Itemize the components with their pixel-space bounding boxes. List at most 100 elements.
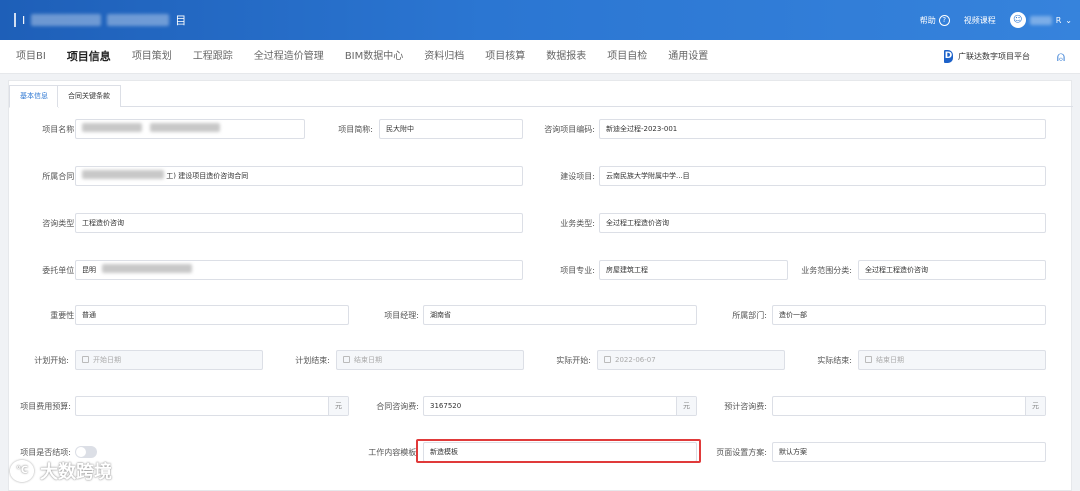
consult-code-label: 咨询项目编码:: [544, 125, 595, 134]
estimated-fee-label: 预计咨询费:: [724, 402, 767, 411]
contract-label: 所属合同:: [42, 172, 77, 181]
contract-fee-value: 3167520: [430, 402, 462, 410]
business-type-label: 业务类型:: [560, 219, 595, 228]
title-divider: [14, 13, 16, 27]
plan-start-date-picker[interactable]: 开始日期: [75, 350, 263, 370]
main-menu-bar: 项目BI 项目信息 项目策划 工程跟踪 全过程造价管理 BIM数据中心 资料归档…: [0, 40, 1080, 74]
actual-start-date-picker[interactable]: 2022-06-07: [597, 350, 785, 370]
plan-start-placeholder: 开始日期: [93, 356, 121, 364]
tab-contract-key-terms[interactable]: 合同关键条款: [57, 85, 121, 107]
is-closed-label: 项目是否结项:: [20, 448, 71, 457]
platform-brand[interactable]: D 广联达数字项目平台: [944, 50, 1030, 63]
project-short-name-label: 项目简称:: [338, 125, 373, 134]
menu-item-data-reports[interactable]: 数据报表: [546, 40, 586, 74]
actual-end-label: 实际结束:: [817, 356, 852, 365]
highlight-box: [416, 439, 701, 463]
project-manager-label: 项目经理:: [384, 311, 419, 320]
help-label: 帮助: [919, 15, 936, 25]
contract-fee-label: 合同咨询费:: [376, 402, 419, 411]
platform-logo: D: [944, 50, 953, 63]
main-menu: 项目BI 项目信息 项目策划 工程跟踪 全过程造价管理 BIM数据中心 资料归档…: [16, 40, 729, 74]
menu-item-engineering-tracking[interactable]: 工程跟踪: [193, 40, 233, 74]
client-select[interactable]: 昆明: [75, 260, 523, 280]
menu-item-project-info[interactable]: 项目信息: [67, 40, 111, 74]
business-scope-label: 业务范围分类:: [801, 266, 852, 275]
blurred-value: [150, 123, 221, 132]
department-select[interactable]: 造价一部: [772, 305, 1046, 325]
calendar-icon: [865, 356, 872, 363]
blurred-value: [82, 170, 164, 179]
contract-fee-input[interactable]: 3167520 元: [423, 396, 697, 416]
plan-end-placeholder: 结束日期: [354, 356, 382, 364]
client-value: 昆明: [82, 266, 96, 274]
project-manager-select[interactable]: 湖南省: [423, 305, 697, 325]
user-name-suffix: R: [1055, 15, 1062, 25]
budget-unit: 元: [328, 397, 348, 415]
project-info-card: 基本信息 合同关键条款 项目名称: 项目简称: 民大附中 咨询项目编码: 新迪全…: [8, 80, 1073, 491]
budget-label: 项目费用预算:: [20, 402, 71, 411]
avatar: ☺: [1009, 12, 1026, 28]
blurred-value: [82, 123, 142, 132]
help-link[interactable]: 帮助 ?: [919, 14, 950, 26]
menu-item-project-bi[interactable]: 项目BI: [16, 40, 46, 74]
project-short-name-input[interactable]: 民大附中: [379, 119, 523, 139]
calendar-icon: [604, 356, 611, 363]
menu-item-general-settings[interactable]: 通用设置: [668, 40, 708, 74]
page-scheme-select[interactable]: 默认方案: [772, 442, 1046, 462]
actual-end-date-picker[interactable]: 结束日期: [858, 350, 1046, 370]
specialty-label: 项目专业:: [560, 266, 595, 275]
blurred-title-part: [107, 14, 170, 26]
video-course-link[interactable]: 视频课程: [964, 15, 996, 26]
menu-item-self-check[interactable]: 项目自检: [607, 40, 647, 74]
importance-select[interactable]: 普通: [75, 305, 349, 325]
actual-start-value: 2022-06-07: [615, 356, 656, 364]
user-menu[interactable]: ☺ R ⌄: [1009, 12, 1072, 28]
menu-item-bim-data-center[interactable]: BIM数据中心: [345, 40, 403, 74]
watermark: ℃ 大数跨境: [10, 458, 112, 484]
menu-item-project-planning[interactable]: 项目策划: [132, 40, 172, 74]
question-icon: ?: [938, 14, 950, 26]
is-closed-toggle[interactable]: [75, 446, 97, 458]
client-label: 委托单位:: [42, 266, 77, 275]
app-title-prefix: I: [22, 13, 26, 27]
menu-item-archive[interactable]: 资料归档: [424, 40, 464, 74]
plan-end-date-picker[interactable]: 结束日期: [336, 350, 524, 370]
work-template-label: 工作内容模板:: [368, 448, 419, 457]
estimated-fee-input[interactable]: 元: [772, 396, 1046, 416]
blurred-title-part: [31, 14, 102, 26]
department-label: 所属部门:: [732, 311, 767, 320]
calendar-icon: [82, 356, 89, 363]
contract-value: 工) 建设项目造价咨询合同: [166, 172, 249, 180]
app-title: I 目: [14, 10, 186, 30]
project-name-input[interactable]: [75, 119, 305, 139]
contract-fee-unit: 元: [676, 397, 696, 415]
watermark-text: 大数跨境: [40, 462, 112, 483]
construction-project-select[interactable]: 云南民族大学附属中学...目: [599, 166, 1046, 186]
top-bar-actions: 帮助 ? 视频课程 ☺ R ⌄: [920, 8, 1072, 32]
user-profile-icon[interactable]: ⍝: [1052, 47, 1070, 67]
importance-label: 重要性:: [50, 311, 77, 320]
plan-end-label: 计划结束:: [295, 356, 330, 365]
estimated-fee-unit: 元: [1025, 397, 1045, 415]
page-scheme-label: 页面设置方案:: [716, 448, 767, 457]
menu-item-cost-management[interactable]: 全过程造价管理: [254, 40, 324, 74]
consult-code-input[interactable]: 新迪全过程-2023-001: [599, 119, 1046, 139]
platform-name: 广联达数字项目平台: [958, 52, 1030, 61]
blurred-value: [102, 264, 193, 273]
project-name-label: 项目名称:: [42, 125, 77, 134]
business-type-select[interactable]: 全过程工程造价咨询: [599, 213, 1046, 233]
sub-tabs: 基本信息 合同关键条款: [9, 85, 1073, 108]
budget-input[interactable]: 元: [75, 396, 349, 416]
plan-start-label: 计划开始:: [34, 356, 69, 365]
contract-select[interactable]: 工) 建设项目造价咨询合同: [75, 166, 523, 186]
actual-end-placeholder: 结束日期: [876, 356, 904, 364]
actual-start-label: 实际开始:: [556, 356, 591, 365]
watermark-logo-icon: ℃: [10, 460, 34, 482]
consult-type-select[interactable]: 工程造价咨询: [75, 213, 523, 233]
specialty-select[interactable]: 房屋建筑工程: [599, 260, 788, 280]
top-bar: I 目 帮助 ? 视频课程 ☺ R ⌄: [0, 0, 1080, 40]
blurred-username: [1029, 15, 1052, 25]
menu-item-project-accounting[interactable]: 项目核算: [485, 40, 525, 74]
tab-basic-info[interactable]: 基本信息: [9, 85, 59, 108]
business-scope-select[interactable]: 全过程工程造价咨询: [858, 260, 1046, 280]
